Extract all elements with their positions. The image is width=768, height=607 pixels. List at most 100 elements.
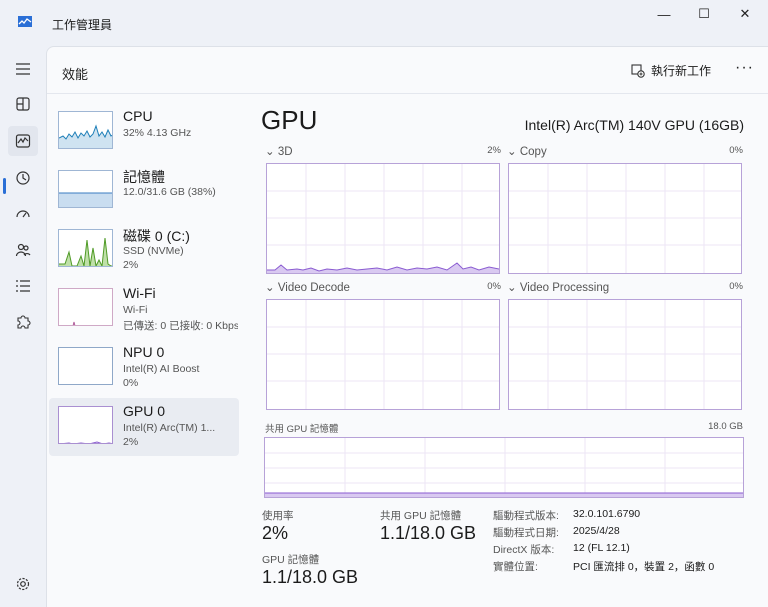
shared-memory-value: 1.1/18.0 GB xyxy=(380,523,477,543)
device-name: 磁碟 0 (C:) xyxy=(123,228,190,244)
engine-label-text: Video Processing xyxy=(519,282,610,294)
performance-icon xyxy=(15,134,31,148)
device-detail: Wi-Fi xyxy=(123,304,148,316)
chevron-down-icon: ⌄ xyxy=(265,146,278,158)
physical-location-label: 實體位置: xyxy=(493,561,538,573)
engine-video-processing-percent: 0% xyxy=(729,281,743,292)
engine-video-decode-graph xyxy=(266,299,500,410)
engine-3d-label[interactable]: ⌄ 3D xyxy=(265,144,293,158)
title-bar: 工作管理員 — ☐ ✕ xyxy=(0,0,768,44)
physical-location-value: PCI 匯流排 0，裝置 2，函數 0 xyxy=(573,561,715,573)
device-item-npu[interactable]: NPU 0 Intel(R) AI Boost 0% xyxy=(49,339,239,397)
header-divider xyxy=(47,93,768,94)
device-name: CPU xyxy=(123,108,153,124)
device-item-disk[interactable]: 磁碟 0 (C:) SSD (NVMe) 2% xyxy=(49,221,239,279)
history-icon xyxy=(16,171,30,185)
driver-date-label: 驅動程式日期: xyxy=(493,527,559,539)
device-item-memory[interactable]: 記憶體 12.0/31.6 GB (38%) xyxy=(49,162,239,220)
directx-version-value: 12 (FL 12.1) xyxy=(573,542,630,554)
disk-thumbnail-graph xyxy=(58,229,113,267)
nav-details[interactable] xyxy=(8,271,38,301)
wifi-thumbnail-graph xyxy=(58,288,113,326)
device-detail: 32% 4.13 GHz xyxy=(123,127,192,139)
window-title: 工作管理員 xyxy=(52,18,113,32)
active-indicator xyxy=(3,178,6,194)
minimize-button[interactable]: — xyxy=(646,4,682,24)
npu-thumbnail-graph xyxy=(58,347,113,385)
driver-date-value: 2025/4/28 xyxy=(573,525,620,537)
driver-version-value: 32.0.101.6790 xyxy=(573,508,641,520)
close-button[interactable]: ✕ xyxy=(727,4,763,24)
device-detail: Intel(R) AI Boost xyxy=(123,363,200,375)
gear-icon xyxy=(16,577,30,591)
cpu-thumbnail-graph xyxy=(58,111,113,149)
speedometer-icon xyxy=(16,210,30,218)
memory-thumbnail-graph xyxy=(58,170,113,208)
engine-label-text: 3D xyxy=(277,146,293,158)
engine-label-text: Copy xyxy=(519,146,547,158)
chevron-down-icon: ⌄ xyxy=(507,146,520,158)
gpu-title: GPU xyxy=(261,105,318,135)
maximize-button[interactable]: ☐ xyxy=(686,4,722,24)
processes-icon xyxy=(16,97,30,111)
engine-video-decode-percent: 0% xyxy=(487,281,501,292)
device-name: NPU 0 xyxy=(123,344,165,360)
users-icon xyxy=(15,243,31,257)
nav-users[interactable] xyxy=(8,235,38,265)
nav-performance[interactable] xyxy=(8,126,38,156)
shared-memory-label: 共用 GPU 記憶體 xyxy=(380,510,462,522)
shared-memory-graph-label: 共用 GPU 記憶體 xyxy=(265,424,339,435)
directx-version-label: DirectX 版本: xyxy=(493,544,555,556)
page-title: 效能 xyxy=(62,67,89,82)
engine-copy-label[interactable]: ⌄ Copy xyxy=(507,144,547,158)
more-options-button[interactable]: ··· xyxy=(735,59,754,77)
device-item-wifi[interactable]: Wi-Fi Wi-Fi 已傳送: 0 已接收: 0 Kbps xyxy=(49,280,239,338)
engine-video-processing-graph xyxy=(508,299,742,410)
device-item-cpu[interactable]: CPU 32% 4.13 GHz xyxy=(49,103,239,161)
hamburger-menu-button[interactable] xyxy=(8,54,38,84)
engine-3d-percent: 2% xyxy=(487,145,501,156)
run-task-icon xyxy=(631,63,645,78)
services-puzzle-icon xyxy=(17,315,31,329)
engine-copy-graph xyxy=(508,163,742,274)
device-name: Wi-Fi xyxy=(123,285,156,301)
run-task-label: 執行新工作 xyxy=(651,64,712,78)
shared-memory-graph xyxy=(264,437,744,498)
shared-memory-max: 18.0 GB xyxy=(708,421,743,432)
utilization-label: 使用率 xyxy=(262,510,294,522)
device-usage: 2% xyxy=(123,436,139,448)
device-detail: Intel(R) Arc(TM) 1... xyxy=(123,422,216,434)
run-new-task-button[interactable]: 執行新工作 xyxy=(631,62,711,79)
nav-settings[interactable] xyxy=(8,569,38,599)
device-usage: 已傳送: 0 已接收: 0 Kbps xyxy=(123,320,238,332)
gpu-model-name: Intel(R) Arc(TM) 140V GPU (16GB) xyxy=(524,117,744,133)
chevron-down-icon: ⌄ xyxy=(507,282,520,294)
device-item-gpu[interactable]: GPU 0 Intel(R) Arc(TM) 1... 2% xyxy=(49,398,239,456)
device-detail: SSD (NVMe) xyxy=(123,245,184,257)
device-name: 記憶體 xyxy=(123,169,165,185)
device-detail: 12.0/31.6 GB (38%) xyxy=(123,186,216,198)
utilization-value: 2% xyxy=(262,523,289,543)
main-content: 效能 執行新工作 ··· CPU 32% 4.13 GHz 記憶體 12.0/3… xyxy=(46,46,768,607)
nav-rail xyxy=(0,44,46,607)
device-list: CPU 32% 4.13 GHz 記憶體 12.0/31.6 GB (38%) … xyxy=(49,103,239,457)
hamburger-icon xyxy=(16,63,30,75)
chevron-down-icon: ⌄ xyxy=(265,282,278,294)
device-name: GPU 0 xyxy=(123,403,166,419)
nav-services[interactable] xyxy=(8,307,38,337)
driver-version-label: 驅動程式版本: xyxy=(493,510,559,522)
nav-processes[interactable] xyxy=(8,89,38,119)
engine-video-decode-label[interactable]: ⌄ Video Decode xyxy=(265,280,350,294)
gpu-memory-value: 1.1/18.0 GB xyxy=(262,567,359,587)
details-list-icon xyxy=(16,280,30,292)
device-usage: 2% xyxy=(123,259,139,271)
gpu-memory-label: GPU 記憶體 xyxy=(262,554,320,566)
engine-video-processing-label[interactable]: ⌄ Video Processing xyxy=(507,280,609,294)
device-usage: 0% xyxy=(123,377,139,389)
engine-3d-graph xyxy=(266,163,500,274)
engine-copy-percent: 0% xyxy=(729,145,743,156)
nav-app-history[interactable] xyxy=(8,163,38,193)
engine-label-text: Video Decode xyxy=(277,282,350,294)
task-manager-icon xyxy=(18,16,32,27)
nav-startup-apps[interactable] xyxy=(8,199,38,229)
